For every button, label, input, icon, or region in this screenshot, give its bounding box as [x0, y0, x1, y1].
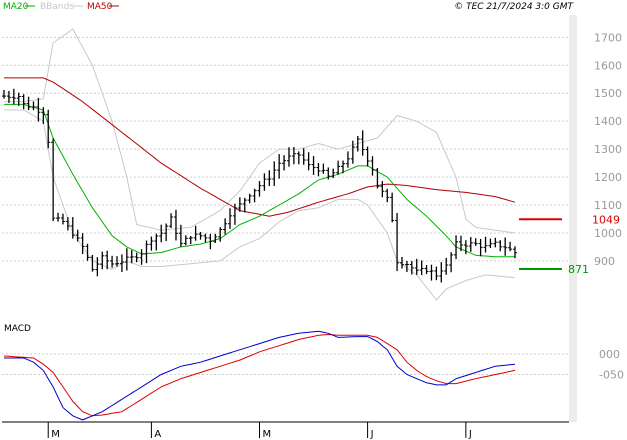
- ma50-marker-label: 1049: [592, 213, 620, 226]
- ma20-marker-label: 871: [568, 263, 589, 276]
- price-tick-label: 1000: [594, 227, 622, 240]
- price-tick-label: 1500: [594, 87, 622, 100]
- x-axis: MAMJJ: [47, 422, 472, 440]
- price-tick-label: 1600: [594, 59, 622, 72]
- price-tick-label: 1100: [594, 199, 622, 212]
- legend-ma20-label: MA20: [3, 2, 29, 12]
- price-tick-label: 1700: [594, 31, 622, 44]
- x-tick-label: J: [370, 429, 374, 440]
- price-panel: [2, 15, 569, 314]
- macd-title: MACD: [4, 324, 31, 334]
- stock-chart: 900 1000 1100 1200 1300 1400 1500 1600 1700 000 -…: [2, 2, 624, 440]
- legend-bbands-label: BBands: [40, 2, 74, 12]
- price-tick-label: 1200: [594, 171, 622, 184]
- x-tick-label: M: [51, 429, 60, 440]
- price-tick-label: 1300: [594, 143, 622, 156]
- x-tick-label: M: [263, 429, 272, 440]
- x-tick-label: J: [468, 429, 472, 440]
- price-tick-label: 1400: [594, 115, 622, 128]
- macd-tick-label: 000: [599, 348, 620, 361]
- copyright-text: © TEC 21/7/2024 3:0 GMT: [454, 2, 574, 12]
- legend-ma50-label: MA50: [87, 2, 113, 12]
- axis-gutter: [569, 15, 577, 422]
- macd-tick-label: -050: [599, 369, 624, 382]
- x-tick-label: A: [154, 429, 161, 440]
- price-tick-label: 900: [594, 255, 615, 268]
- legend: MA20 BBands MA50: [3, 2, 119, 12]
